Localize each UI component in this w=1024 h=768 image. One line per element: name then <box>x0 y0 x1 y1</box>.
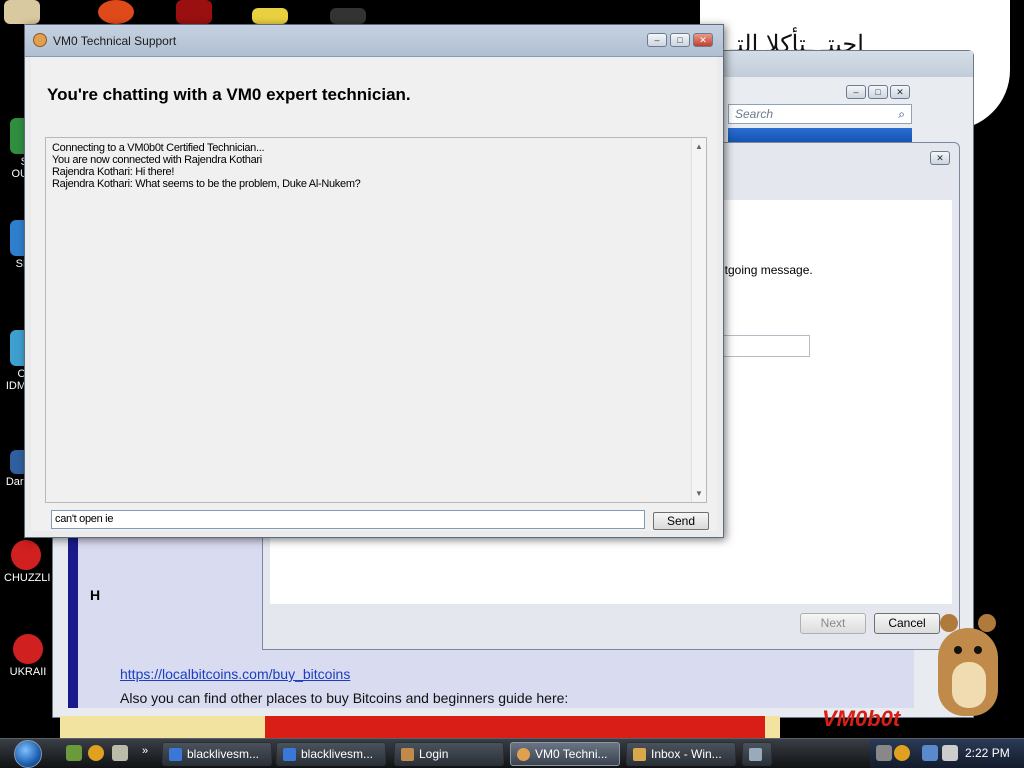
wizard-text-fragment: utgoing message. <box>718 263 813 277</box>
brand-text: VM0b0t <box>822 706 901 731</box>
chat-heading: You're chatting with a VM0 expert techni… <box>47 85 411 104</box>
browser-heading-fragment: H <box>90 587 101 603</box>
taskbar-item-label: VM0 Techni... <box>535 747 608 761</box>
start-button[interactable] <box>6 739 52 768</box>
support-app-icon <box>33 33 47 47</box>
desktop-icon-2-label: SI <box>15 258 26 270</box>
support-app-icon <box>517 748 530 761</box>
taskbar-item-label: Login <box>419 747 449 761</box>
wallpaper-red-band <box>265 716 765 740</box>
quicklaunch-more-icon[interactable]: » <box>142 745 152 761</box>
hamster-mascot-icon <box>930 610 1004 720</box>
chat-log-line: Connecting to a VM0b0t Certified Technic… <box>52 142 265 154</box>
taskbar-item-label: Inbox - Win... <box>651 747 722 761</box>
wizard-field[interactable] <box>718 335 810 357</box>
show-desktop-icon[interactable] <box>66 745 82 761</box>
windows-orb-icon <box>14 740 42 768</box>
desktop-icon-top-2[interactable] <box>94 0 138 26</box>
search-placeholder: Search <box>735 107 774 121</box>
desktop-icon-3-label: O IDM <box>5 368 26 392</box>
taskbar-item-browser-1[interactable]: blacklivesm... <box>162 742 272 766</box>
ie-icon <box>283 748 296 761</box>
desktop-icon-6[interactable]: UKRAII <box>6 634 50 678</box>
maximize-button[interactable]: □ <box>670 33 690 47</box>
clock[interactable]: 2:22 PM <box>965 746 1010 760</box>
chat-log-line: You are now connected with Rajendra Koth… <box>52 154 262 166</box>
desktop-icon-5[interactable]: CHUZZLI <box>4 540 51 584</box>
quicklaunch-search-icon[interactable] <box>88 745 104 761</box>
tray-search-icon[interactable] <box>894 745 910 761</box>
taskbar-item-label: blacklivesm... <box>187 747 260 761</box>
close-button[interactable]: ✕ <box>693 33 713 47</box>
chat-window[interactable]: VM0 Technical Support – □ ✕ You're chatt… <box>24 24 724 538</box>
minimize-button[interactable]: – <box>647 33 667 47</box>
chat-client-area: You're chatting with a VM0 expert techni… <box>31 57 717 531</box>
taskbar-item-login[interactable]: Login <box>394 742 504 766</box>
taskbar-item-label: blacklivesm... <box>301 747 374 761</box>
minimize-button[interactable]: – <box>846 85 866 99</box>
chat-log-lines: Connecting to a VM0b0t Certified Technic… <box>52 142 361 190</box>
search-input[interactable]: Search ⌕ <box>728 104 912 124</box>
chat-titlebar[interactable]: VM0 Technical Support – □ ✕ <box>25 25 723 57</box>
desktop-icon-6-label: UKRAII <box>9 666 47 678</box>
taskbar-item-window[interactable] <box>742 742 772 766</box>
network-icon[interactable] <box>876 745 892 761</box>
scroll-up-icon[interactable]: ▲ <box>695 142 703 151</box>
next-button[interactable]: Next <box>800 613 866 634</box>
search-icon[interactable]: ⌕ <box>898 107 905 122</box>
desktop-icon-top-1[interactable] <box>0 0 44 26</box>
mail-icon <box>633 748 646 761</box>
taskbar: » blacklivesm... blacklivesm... Login VM… <box>0 738 1024 768</box>
maximize-button[interactable]: □ <box>868 85 888 99</box>
selected-folder-strip <box>728 128 912 142</box>
volume-icon[interactable] <box>942 745 958 761</box>
window-icon <box>749 748 762 761</box>
chat-log[interactable]: Connecting to a VM0b0t Certified Technic… <box>45 137 707 503</box>
chat-window-title: VM0 Technical Support <box>53 34 177 48</box>
quicklaunch-app-icon[interactable] <box>112 745 128 761</box>
desktop-icon-5-label: CHUZZLI <box>4 572 51 584</box>
scroll-down-icon[interactable]: ▼ <box>695 489 703 498</box>
hamster-icon <box>401 748 414 761</box>
ie-icon <box>169 748 182 761</box>
monitor-icon[interactable] <box>922 745 938 761</box>
browser-body-text: Also you can find other places to buy Bi… <box>120 690 569 706</box>
buy-bitcoins-link[interactable]: https://localbitcoins.com/buy_bitcoins <box>120 666 350 682</box>
desktop-icon-5-image <box>11 540 41 570</box>
taskbar-item-inbox[interactable]: Inbox - Win... <box>626 742 736 766</box>
close-button[interactable]: ✕ <box>890 85 910 99</box>
chat-log-line: Rajendra Kothari: Hi there! <box>52 166 175 178</box>
send-button[interactable]: Send <box>653 512 709 530</box>
taskbar-item-browser-2[interactable]: blacklivesm... <box>276 742 386 766</box>
chat-log-scrollbar[interactable]: ▲ ▼ <box>691 138 706 502</box>
taskbar-item-vm0-support[interactable]: VM0 Techni... <box>510 742 620 766</box>
wizard-close-icon[interactable]: ✕ <box>930 151 950 165</box>
chat-log-line: Rajendra Kothari: What seems to be the p… <box>52 178 361 190</box>
desktop-icon-4-label: Darl <box>5 476 26 488</box>
desktop-icon-top-3[interactable] <box>172 0 216 26</box>
radiation-icon <box>13 634 43 664</box>
message-input[interactable]: can't open ie <box>51 510 645 529</box>
